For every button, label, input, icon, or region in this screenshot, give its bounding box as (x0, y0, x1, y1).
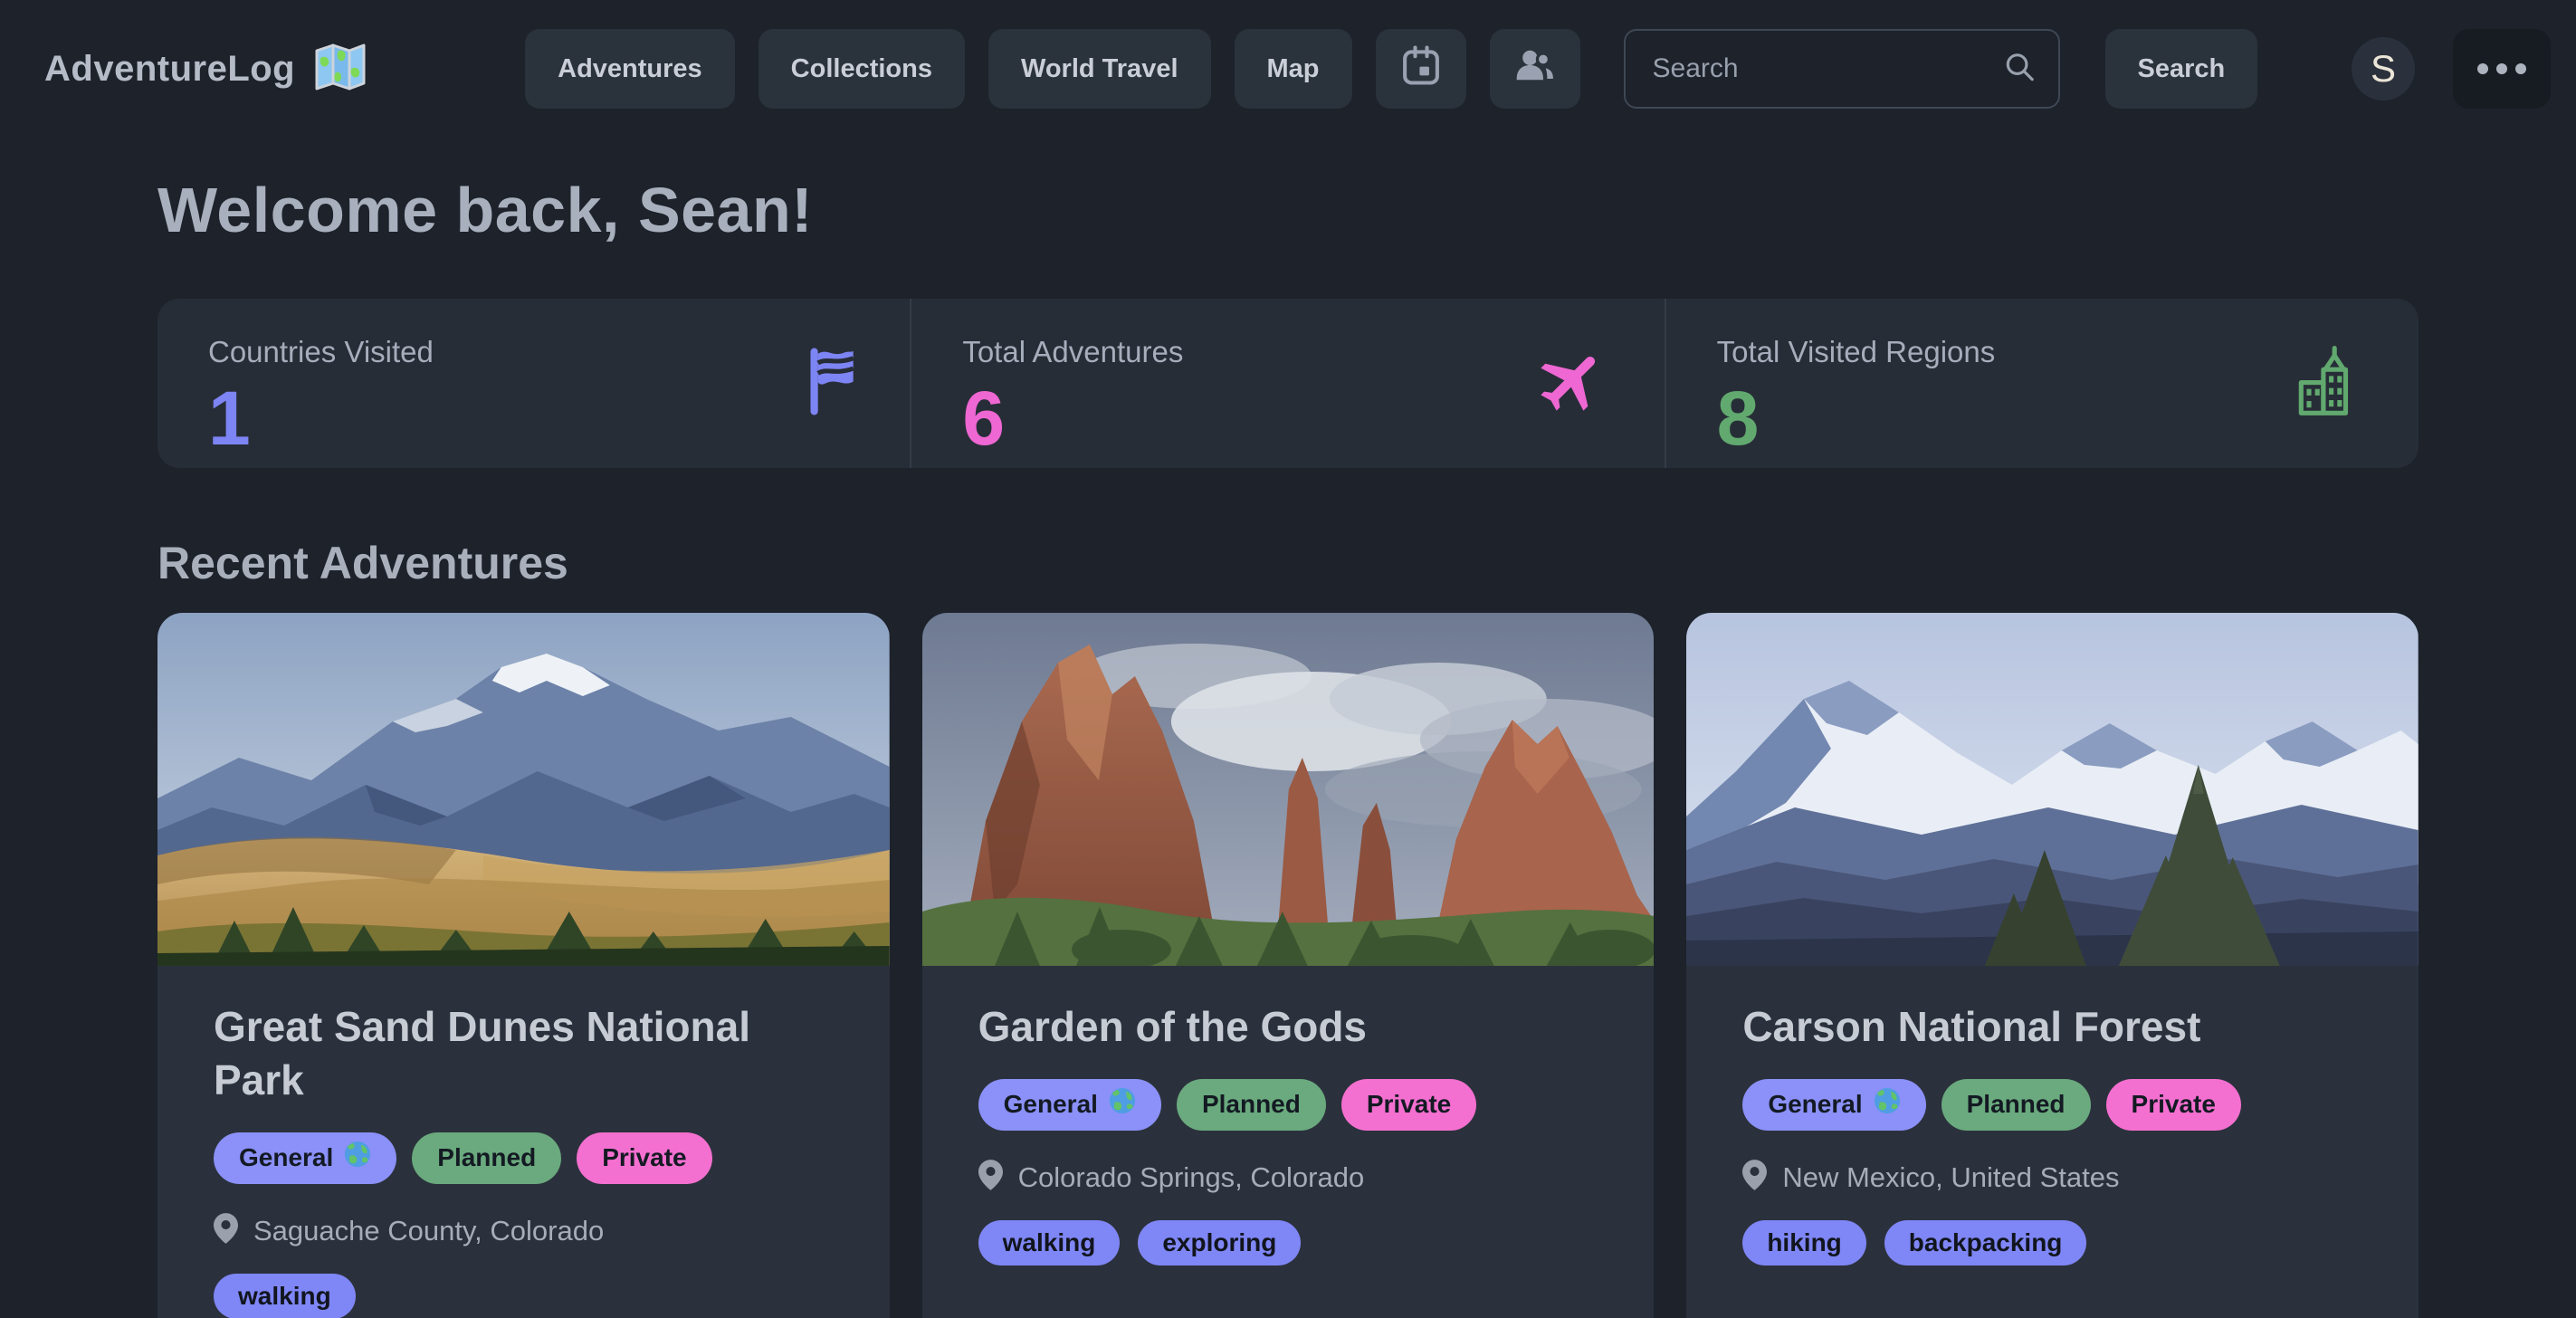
location-pin-icon (1742, 1160, 1767, 1195)
flag-icon (803, 346, 855, 421)
search-field-wrap (1624, 29, 2060, 109)
ellipsis-icon (2477, 63, 2526, 74)
calendar-icon (1398, 42, 1445, 96)
badge-general: General (978, 1079, 1161, 1131)
stat-countries-visited: Countries Visited 1 (157, 299, 910, 468)
stat-value: 6 (962, 380, 1613, 456)
location-text: New Mexico, United States (1782, 1161, 2119, 1194)
adventure-card[interactable]: Great Sand Dunes National Park General P… (157, 613, 890, 1318)
tag: exploring (1138, 1220, 1301, 1265)
card-image-snowy-mountains (1686, 613, 2419, 966)
primary-nav: Adventures Collections World Travel Map (525, 29, 2257, 109)
stats-panel: Countries Visited 1 Total Adventures 6 (157, 299, 2419, 468)
location-text: Colorado Springs, Colorado (1018, 1161, 1365, 1194)
adventure-card[interactable]: Carson National Forest General Planned P… (1686, 613, 2419, 1318)
card-body: Great Sand Dunes National Park General P… (157, 966, 890, 1318)
stat-value: 8 (1717, 380, 2368, 456)
tag-row: walking (214, 1274, 834, 1318)
avatar-initial: S (2371, 47, 2396, 91)
badge-row: General Planned Private (214, 1132, 834, 1184)
navbar-right: S (2352, 29, 2551, 109)
stat-label: Total Adventures (962, 335, 1613, 369)
brand-link[interactable]: AdventureLog (44, 38, 369, 100)
tag: walking (214, 1274, 356, 1318)
location-pin-icon (978, 1160, 1003, 1195)
welcome-heading: Welcome back, Sean! (157, 174, 2419, 246)
globe-icon (1109, 1087, 1136, 1122)
badge-general: General (1742, 1079, 1925, 1131)
avatar[interactable]: S (2352, 37, 2415, 100)
card-body: Garden of the Gods General Planned Priva… (922, 966, 1655, 1300)
city-buildings-icon (2290, 344, 2364, 423)
badge-private: Private (2106, 1079, 2241, 1131)
location-row: Saguache County, Colorado (214, 1213, 834, 1248)
card-title: Carson National Forest (1742, 1000, 2362, 1054)
location-pin-icon (214, 1213, 238, 1248)
tag: backpacking (1884, 1220, 2087, 1265)
tag: hiking (1742, 1220, 1865, 1265)
badge-planned: Planned (1177, 1079, 1326, 1131)
location-text: Saguache County, Colorado (253, 1215, 604, 1247)
stat-total-adventures: Total Adventures 6 (910, 299, 1664, 468)
overflow-menu-button[interactable] (2453, 29, 2551, 109)
stat-value: 1 (208, 380, 859, 456)
badge-planned: Planned (1942, 1079, 2091, 1131)
card-title: Great Sand Dunes National Park (214, 1000, 834, 1107)
badge-private: Private (1341, 1079, 1476, 1131)
nav-map-button[interactable]: Map (1235, 29, 1352, 109)
badge-general: General (214, 1132, 396, 1184)
nav-collections-button[interactable]: Collections (758, 29, 965, 109)
tag-row: hiking backpacking (1742, 1220, 2362, 1265)
globe-icon (344, 1141, 371, 1176)
globe-icon (1874, 1087, 1901, 1122)
stat-label: Countries Visited (208, 335, 859, 369)
nav-adventures-button[interactable]: Adventures (525, 29, 735, 109)
badge-planned: Planned (412, 1132, 561, 1184)
badge-row: General Planned Private (1742, 1079, 2362, 1131)
search-icon (2002, 50, 2037, 89)
adventure-card[interactable]: Garden of the Gods General Planned Priva… (922, 613, 1655, 1318)
card-image-red-rock-spires (922, 613, 1655, 966)
tag-row: walking exploring (978, 1220, 1598, 1265)
users-icon (1512, 42, 1559, 96)
main-content: Welcome back, Sean! Countries Visited 1 … (0, 174, 2576, 1318)
card-image-sand-dunes (157, 613, 890, 966)
location-row: New Mexico, United States (1742, 1160, 2362, 1195)
location-row: Colorado Springs, Colorado (978, 1160, 1598, 1195)
calendar-button[interactable] (1376, 29, 1466, 109)
navbar: AdventureLog Adventures Collections Worl… (0, 0, 2576, 138)
card-body: Carson National Forest General Planned P… (1686, 966, 2419, 1300)
badge-private: Private (577, 1132, 711, 1184)
search-submit-button[interactable]: Search (2105, 29, 2258, 109)
stat-label: Total Visited Regions (1717, 335, 2368, 369)
badge-row: General Planned Private (978, 1079, 1598, 1131)
recent-adventures-heading: Recent Adventures (157, 537, 2419, 589)
tag: walking (978, 1220, 1121, 1265)
map-logo-icon (311, 38, 369, 100)
card-title: Garden of the Gods (978, 1000, 1598, 1054)
stat-total-visited-regions: Total Visited Regions 8 (1665, 299, 2419, 468)
adventure-card-grid: Great Sand Dunes National Park General P… (157, 613, 2419, 1318)
users-button[interactable] (1490, 29, 1580, 109)
nav-world-travel-button[interactable]: World Travel (988, 29, 1211, 109)
search-input[interactable] (1624, 29, 2060, 109)
app-title: AdventureLog (44, 49, 295, 90)
airplane-icon (1534, 343, 1610, 424)
